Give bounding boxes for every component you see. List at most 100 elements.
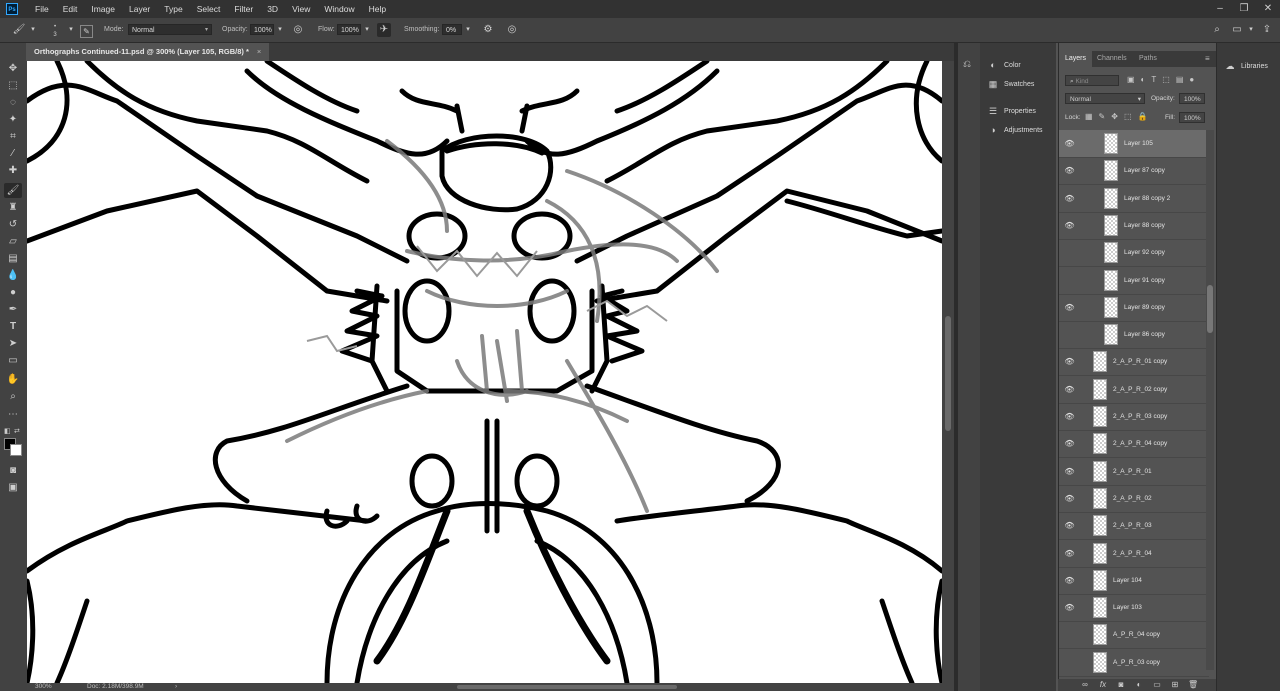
pressure-size-icon[interactable]: ◎ — [505, 23, 519, 37]
chevron-down-icon[interactable]: ▾ — [26, 23, 40, 37]
fill-field[interactable]: 100% — [1179, 112, 1205, 123]
layer-thumbnail[interactable] — [1093, 433, 1107, 455]
blend-mode-select[interactable]: Normal ▾ — [1065, 93, 1145, 104]
visibility-toggle[interactable] — [1064, 247, 1075, 258]
eye-icon[interactable]: 👁 — [1064, 384, 1075, 395]
eye-icon[interactable]: 👁 — [1064, 165, 1075, 176]
menu-help[interactable]: Help — [362, 4, 393, 14]
layer-name[interactable]: 2_A_P_R_02 — [1113, 495, 1152, 502]
healing-brush-tool-icon[interactable]: ✚ — [4, 163, 22, 178]
layer-name[interactable]: A_P_R_03 copy — [1113, 659, 1160, 666]
layer-name[interactable]: Layer 89 copy — [1124, 304, 1165, 311]
layer-name[interactable]: Layer 88 copy 2 — [1124, 195, 1170, 202]
menu-edit[interactable]: Edit — [56, 4, 85, 14]
add-mask-icon[interactable]: ◙ — [1116, 680, 1126, 690]
tab-layers[interactable]: Layers — [1059, 51, 1093, 67]
history-icon[interactable]: ⎌ — [963, 59, 971, 70]
dock-adjustments[interactable]: ◑ Adjustments — [988, 123, 1042, 137]
horizontal-scroll-thumb[interactable] — [457, 685, 677, 689]
layer-thumbnail[interactable] — [1104, 296, 1118, 318]
layer-row[interactable]: 👁 Layer 88 copy — [1059, 212, 1209, 240]
layer-name[interactable]: 2_A_P_R_01 — [1113, 468, 1152, 475]
layer-thumbnail[interactable] — [1104, 269, 1118, 291]
layer-name[interactable]: Layer 92 copy — [1124, 249, 1165, 256]
visibility-toggle[interactable] — [1064, 657, 1075, 668]
minimize-icon[interactable]: – — [1208, 0, 1232, 18]
panel-menu-icon[interactable]: ≡ — [1205, 54, 1210, 63]
menu-select[interactable]: Select — [190, 4, 228, 14]
layers-scrollbar[interactable] — [1206, 130, 1214, 670]
chevron-down-icon[interactable]: ▾ — [360, 23, 374, 37]
layer-thumbnail[interactable] — [1093, 351, 1107, 373]
eraser-tool-icon[interactable]: ▱ — [4, 234, 22, 249]
layer-name[interactable]: 2_A_P_R_04 copy — [1113, 440, 1167, 447]
brush-tool-preset-icon[interactable]: 🖌 — [12, 23, 26, 37]
workspace-icon[interactable]: ▭ — [1230, 23, 1244, 37]
pressure-opacity-icon[interactable]: ◎ — [291, 23, 305, 37]
search-icon[interactable]: ⌕ — [1210, 23, 1224, 37]
airbrush-icon[interactable]: ✈ — [377, 23, 391, 37]
scroll-thumb[interactable] — [1207, 285, 1213, 333]
layer-thumbnail[interactable] — [1104, 187, 1118, 209]
layer-name[interactable]: Layer 105 — [1124, 140, 1153, 147]
layer-filter-kind-select[interactable]: ⌕ Kind — [1065, 75, 1119, 86]
layer-name[interactable]: Layer 87 copy — [1124, 167, 1165, 174]
dock-properties[interactable]: ☰ Properties — [988, 104, 1036, 118]
clone-stamp-tool-icon[interactable]: ♜ — [4, 200, 22, 215]
visibility-toggle[interactable] — [1064, 275, 1075, 286]
layer-row[interactable]: 👁 2_A_P_R_02 — [1059, 485, 1209, 513]
layer-thumbnail[interactable] — [1093, 460, 1107, 482]
layer-row[interactable]: 👁 Layer 104 — [1059, 567, 1209, 595]
layer-thumbnail[interactable] — [1093, 597, 1107, 619]
quick-mask-icon[interactable]: ◙ — [4, 463, 22, 478]
mode-select[interactable]: Normal ▾ — [128, 24, 212, 35]
layer-row[interactable]: A_P_R_03 copy — [1059, 649, 1209, 677]
close-tab-icon[interactable]: × — [257, 43, 261, 61]
gradient-tool-icon[interactable]: ▤ — [4, 251, 22, 266]
gear-icon[interactable]: ⚙ — [481, 23, 495, 37]
chevron-right-icon[interactable]: › — [175, 683, 177, 691]
layer-name[interactable]: 2_A_P_R_01 copy — [1113, 358, 1167, 365]
layer-row[interactable]: 👁 2_A_P_R_01 — [1059, 458, 1209, 486]
layer-thumbnail[interactable] — [1093, 406, 1107, 427]
layer-name[interactable]: 2_A_P_R_03 — [1113, 522, 1152, 529]
layer-thumbnail[interactable] — [1093, 624, 1107, 646]
visibility-toggle[interactable] — [1064, 629, 1075, 640]
layer-opacity-field[interactable]: 100% — [1179, 93, 1205, 104]
layer-name[interactable]: Layer 86 copy — [1124, 331, 1165, 338]
menu-filter[interactable]: Filter — [227, 4, 260, 14]
restore-icon[interactable]: ❐ — [1232, 0, 1256, 18]
layer-thumbnail[interactable] — [1093, 378, 1107, 400]
brush-size-preview[interactable]: • 3 — [48, 23, 62, 38]
marquee-tool-icon[interactable]: ⬚ — [4, 78, 22, 93]
menu-view[interactable]: View — [285, 4, 317, 14]
document-tab[interactable]: Orthographs Continued-11.psd @ 300% (Lay… — [26, 43, 270, 61]
layer-name[interactable]: 2_A_P_R_03 copy — [1113, 413, 1167, 420]
blur-tool-icon[interactable]: 💧 — [4, 268, 22, 283]
smoothing-field[interactable]: 0% — [442, 24, 462, 35]
layer-row[interactable]: 👁 2_A_P_R_04 — [1059, 540, 1209, 568]
dock-libraries[interactable]: ☁ Libraries — [1225, 59, 1268, 73]
chevron-down-icon[interactable]: ▾ — [64, 23, 78, 37]
layer-thumbnail[interactable] — [1104, 324, 1118, 346]
layer-row[interactable]: Layer 91 copy — [1059, 267, 1209, 295]
layer-name[interactable]: Layer 103 — [1113, 604, 1142, 611]
layer-row[interactable]: 👁 Layer 87 copy — [1059, 157, 1209, 186]
trash-icon[interactable]: 🗑 — [1188, 680, 1198, 690]
adjustment-layer-icon[interactable]: ◐ — [1134, 680, 1144, 690]
eye-icon[interactable]: 👁 — [1064, 520, 1075, 531]
layer-thumbnail[interactable] — [1093, 542, 1107, 564]
brush-tool-icon[interactable]: 🖌 — [4, 183, 22, 198]
background-color-swatch[interactable] — [10, 444, 22, 456]
eye-icon[interactable]: 👁 — [1064, 302, 1075, 313]
layer-name[interactable]: Layer 88 copy — [1124, 222, 1165, 229]
eye-icon[interactable]: 👁 — [1064, 356, 1075, 367]
layer-thumbnail[interactable] — [1093, 651, 1107, 673]
layer-name[interactable]: A_P_R_04 copy — [1113, 631, 1160, 638]
lock-icons[interactable]: ▦✎✥⬚🔒 — [1085, 112, 1153, 121]
layer-thumbnail[interactable] — [1104, 242, 1118, 264]
screen-mode-icon[interactable]: ▣ — [4, 480, 22, 495]
layer-style-icon[interactable]: fx — [1098, 680, 1108, 690]
move-tool-icon[interactable]: ✥ — [4, 61, 22, 76]
magic-wand-tool-icon[interactable]: ✦ — [4, 112, 22, 127]
